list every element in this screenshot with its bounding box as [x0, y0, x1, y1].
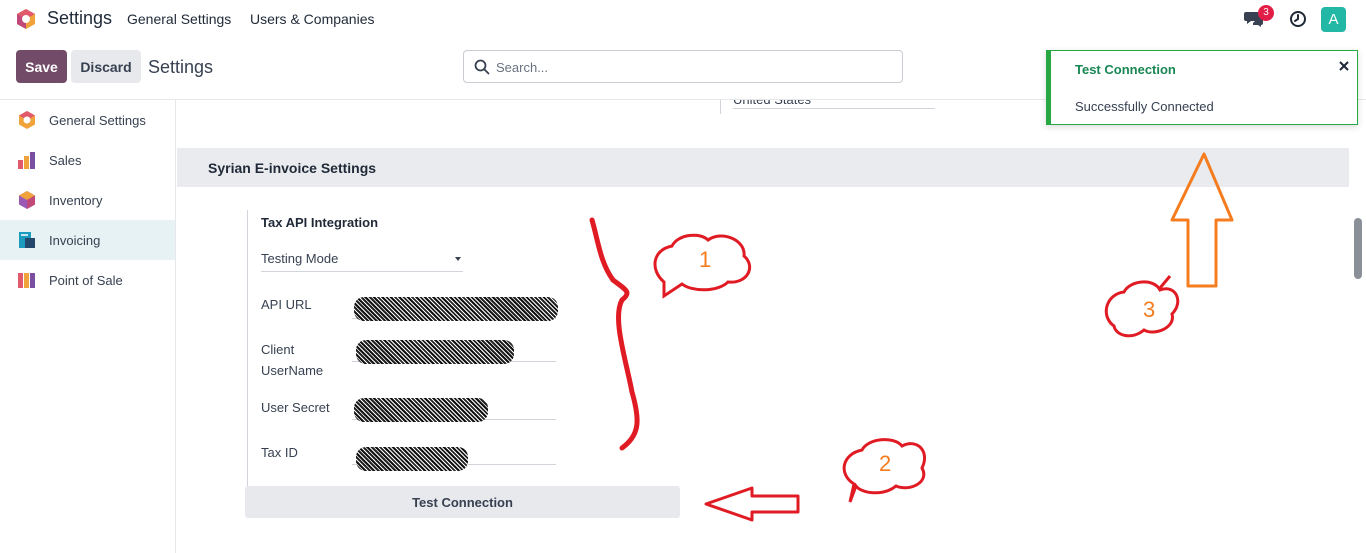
breadcrumb: Settings — [148, 57, 214, 77]
search-icon — [474, 59, 490, 75]
mode-select[interactable]: Testing Mode — [261, 251, 463, 272]
sidebar-item-general-settings[interactable]: General Settings — [0, 100, 175, 140]
sidebar-item-invoicing[interactable]: Invoicing — [0, 220, 175, 260]
api-url-label: API URL — [261, 297, 312, 312]
chat-count-badge: 3 — [1258, 5, 1274, 21]
activity-clock-icon[interactable] — [1289, 10, 1307, 28]
field-divider — [720, 100, 721, 114]
success-toast: Test Connection Successfully Connected — [1046, 50, 1358, 125]
pos-shop-icon — [18, 273, 35, 288]
sidebar-item-inventory[interactable]: Inventory — [0, 180, 175, 220]
redacted-value — [356, 447, 468, 471]
tax-id-field[interactable] — [352, 443, 556, 471]
redacted-value — [356, 340, 514, 364]
section-header: Syrian E-invoice Settings — [177, 148, 1349, 187]
api-url-field[interactable] — [352, 297, 558, 321]
toast-title: Test Connection — [1075, 62, 1176, 77]
settings-sidebar: General Settings Sales Inventory Invoici… — [0, 100, 176, 553]
annotation-number-3: 3 — [1143, 297, 1156, 322]
sidebar-item-label: Point of Sale — [49, 272, 123, 288]
sales-chart-icon — [18, 152, 35, 169]
sidebar-item-label: Invoicing — [49, 232, 101, 248]
country-field[interactable]: United States — [733, 100, 935, 109]
odoo-settings-logo-icon[interactable] — [15, 8, 37, 30]
tax-id-label: Tax ID — [261, 445, 298, 460]
close-icon[interactable] — [1337, 59, 1351, 73]
mode-select-value: Testing Mode — [261, 251, 339, 266]
caret-down-icon — [455, 257, 461, 261]
test-connection-button[interactable]: Test Connection — [245, 486, 680, 518]
search-box[interactable] — [463, 50, 903, 83]
section-title: Syrian E-invoice Settings — [208, 160, 377, 176]
scrollbar-thumb[interactable] — [1354, 218, 1362, 279]
sidebar-item-label: General Settings — [49, 112, 146, 128]
user-secret-field[interactable] — [352, 398, 556, 422]
discard-button[interactable]: Discard — [71, 50, 141, 83]
settings-main: United States Syrian E-invoice Settings … — [177, 100, 1349, 553]
client-username-field[interactable] — [352, 340, 556, 364]
top-navbar: Settings General Settings Users & Compan… — [0, 0, 1366, 38]
search-input[interactable] — [496, 57, 886, 77]
menu-general-settings[interactable]: General Settings — [127, 11, 231, 27]
save-button[interactable]: Save — [16, 50, 67, 83]
toast-message: Successfully Connected — [1075, 99, 1214, 114]
inventory-box-icon — [19, 191, 35, 209]
redacted-value — [354, 297, 558, 321]
annotation-number-1: 1 — [699, 247, 712, 272]
app-title[interactable]: Settings — [47, 8, 112, 29]
sidebar-item-point-of-sale[interactable]: Point of Sale — [0, 260, 175, 300]
odoo-logo-icon — [19, 111, 35, 129]
menu-users-companies[interactable]: Users & Companies — [250, 11, 375, 27]
client-username-label-line1: Client — [261, 342, 295, 357]
user-secret-label: User Secret — [261, 400, 330, 415]
annotation-number-2: 2 — [879, 451, 892, 476]
redacted-value — [354, 398, 488, 422]
client-username-label-line2: UserName — [261, 363, 324, 378]
sidebar-item-label: Inventory — [49, 192, 103, 208]
setting-title: Tax API Integration — [261, 215, 379, 230]
invoicing-receipt-icon — [19, 232, 35, 248]
sidebar-item-sales[interactable]: Sales — [0, 140, 175, 180]
setting-block-border — [247, 210, 251, 490]
user-avatar[interactable]: A — [1321, 7, 1346, 32]
sidebar-item-label: Sales — [49, 152, 82, 168]
